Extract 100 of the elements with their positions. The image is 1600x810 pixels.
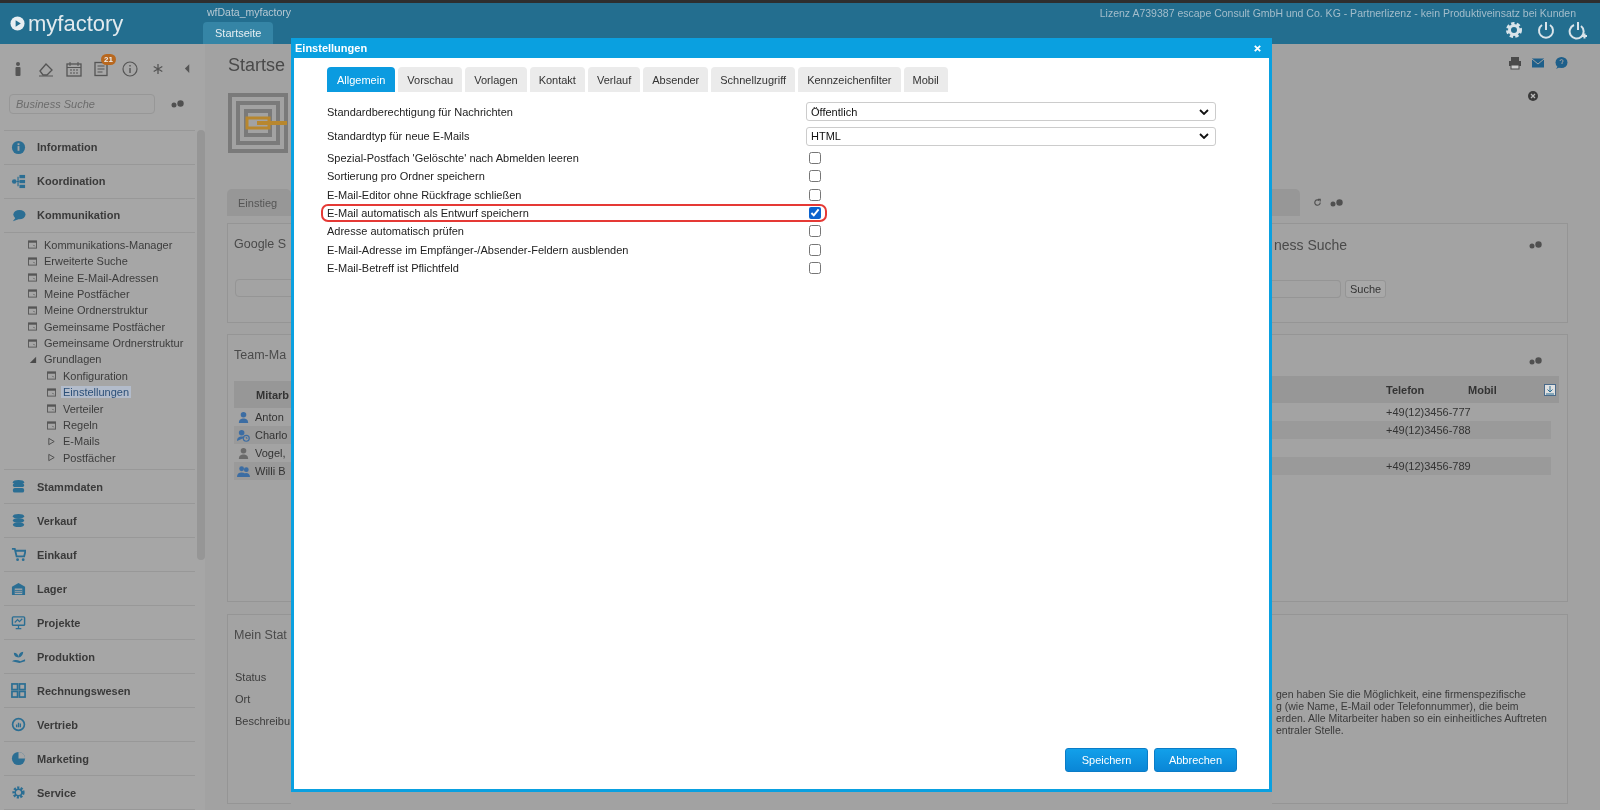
- expander-icon[interactable]: [47, 436, 56, 446]
- menu-section[interactable]: Kommunikation: [4, 198, 195, 233]
- tab[interactable]: Mobil: [903, 67, 948, 92]
- export-icon[interactable]: [1544, 383, 1556, 396]
- refresh-icon[interactable]: [1313, 198, 1322, 207]
- search-field[interactable]: [1272, 280, 1341, 298]
- expander-icon[interactable]: [28, 354, 37, 364]
- menu-item[interactable]: Kommunikations-Manager: [42, 238, 175, 251]
- close-icon[interactable]: [1528, 91, 1538, 101]
- menu-item[interactable]: Gemeinsame Ordnerstruktur: [42, 337, 186, 350]
- menu-section[interactable]: Produktion: [4, 640, 195, 674]
- menu-item[interactable]: Grundlagen: [42, 353, 104, 366]
- search-button[interactable]: Suche: [1345, 280, 1387, 298]
- dots-icon[interactable]: [171, 99, 184, 108]
- tab[interactable]: Vorlagen: [465, 67, 527, 92]
- setting-label: Adresse automatisch prüfen: [327, 225, 465, 238]
- setting-label: Spezial-Postfach 'Gelöschte' nach Abmelden leeren: [327, 152, 580, 165]
- window-icon: [28, 256, 37, 266]
- window-icon: [28, 322, 37, 332]
- maze-drawing: [227, 92, 289, 154]
- window-icon: [28, 273, 37, 282]
- checkbox[interactable]: [809, 207, 821, 220]
- tab[interactable]: Allgemein: [327, 67, 396, 92]
- menu-item[interactable]: Meine Postfächer: [42, 287, 132, 300]
- menu-section[interactable]: Projekte: [4, 606, 195, 640]
- column-header[interactable]: Mobil: [1468, 383, 1544, 396]
- menu-item[interactable]: E-Mails: [61, 435, 102, 448]
- logo[interactable]: myfactory: [0, 3, 203, 44]
- menu-section[interactable]: Marketing: [4, 742, 195, 776]
- dots-icon[interactable]: [1529, 241, 1542, 249]
- tab[interactable]: Schnellzugriff: [711, 67, 796, 92]
- menu-section[interactable]: Einkauf: [4, 538, 195, 572]
- dialog-button[interactable]: Abbrechen: [1154, 748, 1237, 772]
- print-icon[interactable]: [1508, 56, 1522, 70]
- info-icon[interactable]: [122, 60, 138, 77]
- note-icon[interactable]: [94, 60, 110, 77]
- menu-section[interactable]: Stammdaten: [4, 470, 195, 504]
- menu-item[interactable]: Einstellungen: [61, 386, 132, 399]
- power-plus-icon[interactable]: [1568, 20, 1588, 40]
- setting-label: Sortierung pro Ordner speichern: [327, 170, 486, 183]
- collapse-icon[interactable]: [184, 63, 191, 75]
- tab[interactable]: Absender: [643, 67, 709, 92]
- panel-title: Mein Stat: [234, 628, 288, 642]
- power-icon[interactable]: [1536, 20, 1556, 40]
- license-text: Lizenz A739387 escape Consult GmbH und Co. KG - Partnerlizenz - kein Produktiveinsatz bei Kunden: [1099, 7, 1576, 19]
- window-icon: [28, 338, 37, 348]
- network-icon: [11, 173, 26, 189]
- menu-section[interactable]: Lager: [4, 572, 195, 606]
- dropdown[interactable]: HTML: [806, 126, 1216, 146]
- menu-section[interactable]: Verkauf: [4, 504, 195, 538]
- chat-icon: [11, 207, 26, 223]
- database-name: wfData_myfactory: [206, 5, 292, 18]
- tab[interactable]: Vorschau: [398, 67, 463, 92]
- menu-item[interactable]: Erweiterte Suche: [42, 255, 130, 268]
- tab[interactable]: Kontakt: [529, 67, 585, 92]
- menu-item[interactable]: Verteiler: [61, 402, 106, 415]
- settings-icon[interactable]: [1504, 20, 1524, 40]
- column-header[interactable]: Telefon: [1272, 383, 1468, 396]
- help-icon[interactable]: [1554, 56, 1568, 70]
- tab[interactable]: Kennzeichenfilter: [798, 67, 901, 92]
- menu-item[interactable]: Postfächer: [61, 451, 118, 464]
- mail-icon[interactable]: [1531, 56, 1545, 70]
- count-badge: 21: [101, 53, 116, 65]
- checkbox[interactable]: [809, 170, 821, 183]
- chevron-icon: [1199, 133, 1209, 139]
- menu-section[interactable]: Koordination: [4, 164, 195, 199]
- checkbox[interactable]: [809, 225, 821, 238]
- menu-item[interactable]: Meine Ordnerstruktur: [42, 304, 150, 317]
- menu-item[interactable]: Meine E-Mail-Adressen: [42, 271, 161, 284]
- user-icon: [237, 428, 250, 442]
- setting-label: E-Mail-Adresse im Empfänger-/Absender-Feldern ausblenden: [327, 243, 630, 256]
- table-cell-text: +49(12)3456-789: [1385, 460, 1468, 472]
- dialog-button[interactable]: Speichern: [1065, 748, 1148, 772]
- tab[interactable]: Verlauf: [587, 67, 641, 92]
- menu-section[interactable]: Service: [4, 776, 195, 810]
- calendar-icon[interactable]: [66, 60, 82, 77]
- panel-title: Google S: [234, 237, 288, 251]
- checkbox[interactable]: [809, 188, 821, 201]
- menu-section[interactable]: Information: [4, 130, 195, 165]
- menu-item[interactable]: Regeln: [61, 419, 100, 431]
- app-tab[interactable]: Startseite: [203, 22, 274, 44]
- checkbox[interactable]: [809, 152, 821, 165]
- search-field[interactable]: Business Suche: [9, 93, 155, 114]
- close-icon[interactable]: [1253, 43, 1262, 53]
- dropdown[interactable]: Öffentlich: [806, 102, 1216, 121]
- dots-icon[interactable]: [1529, 357, 1542, 365]
- field-label: Ort: [235, 693, 252, 705]
- menu-section[interactable]: Vertrieb: [4, 708, 195, 742]
- menu-item[interactable]: Gemeinsame Postfächer: [42, 320, 168, 333]
- menu-section[interactable]: Rechnungswesen: [4, 674, 195, 708]
- page-tab[interactable]: Einstieg: [227, 189, 291, 216]
- page-title: Startse: [228, 55, 287, 76]
- checkbox[interactable]: [809, 261, 821, 274]
- gear-icon: [11, 785, 26, 800]
- expander-icon[interactable]: [47, 453, 56, 463]
- monitor-icon: [11, 615, 26, 630]
- dots-icon[interactable]: [1330, 198, 1343, 207]
- info-icon: [11, 139, 26, 155]
- checkbox[interactable]: [809, 243, 821, 256]
- menu-item[interactable]: Konfiguration: [61, 369, 130, 382]
